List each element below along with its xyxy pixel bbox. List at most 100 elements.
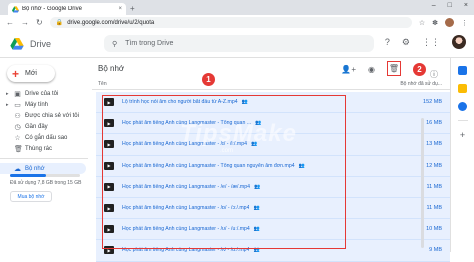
shared-icon: ⚇ <box>14 112 21 120</box>
video-file-icon: ▶ <box>104 225 114 234</box>
new-tab-button[interactable]: + <box>130 4 135 13</box>
file-name: Học phát âm tiếng Anh cùng Langmaster - … <box>122 183 251 190</box>
delete-button[interactable]: 🗑 <box>387 61 401 76</box>
file-size: 11 MB <box>426 183 443 190</box>
watermark-sub: .com <box>220 148 234 154</box>
sidebar-item-storage[interactable]: ☁ Bộ nhớ <box>0 163 86 174</box>
file-size: 9 MB <box>429 247 442 254</box>
video-file-icon: ▶ <box>104 140 114 149</box>
storage-progress-fill <box>10 174 47 177</box>
file-size: 13 MB <box>426 141 442 148</box>
sidebar-item-label: Được chia sẻ với tôi <box>25 112 79 119</box>
file-name: Học phát âm tiếng Anh cùng Langmaster - … <box>122 247 250 254</box>
keep-icon[interactable] <box>458 84 467 93</box>
sidebar-item-label: Drive của tôi <box>25 90 59 97</box>
selection-actions: 👤+ ◉ 🗑 2 ⓘ <box>341 61 438 79</box>
close-window-button[interactable]: × <box>464 2 468 9</box>
sidebar-item-label: Thùng rác <box>25 145 53 152</box>
search-icon: ⚲ <box>112 40 118 48</box>
sidebar-item-computers[interactable]: ▸ ▭ Máy tính <box>0 99 92 110</box>
video-file-icon: ▶ <box>104 161 114 170</box>
trash-icon: 🗑 <box>388 64 400 73</box>
new-button[interactable]: + Mới <box>7 65 55 82</box>
file-size: 11 MB <box>426 205 443 212</box>
preview-eye-icon[interactable]: ◉ <box>368 65 375 74</box>
browser-menu-icon[interactable]: ⋮ <box>461 19 468 27</box>
tasks-icon[interactable] <box>458 102 467 111</box>
rail-divider <box>457 120 468 121</box>
star-icon: ☆ <box>14 134 21 142</box>
file-size: 16 MB <box>426 120 442 127</box>
drive-favicon-icon <box>12 5 19 12</box>
file-row[interactable]: ▶ Học phát âm tiếng Anh cùng Langmaster -… <box>96 197 450 220</box>
sidebar-item-recent[interactable]: ◷ Gần đây <box>0 121 92 132</box>
cloud-icon: ☁ <box>14 165 21 173</box>
sidebar-divider <box>0 158 88 159</box>
file-row[interactable]: ▶ Lộ trình học nói âm cho người bắt đầu t… <box>96 92 450 114</box>
shared-people-icon: 👥 <box>253 247 260 254</box>
tab-close-icon[interactable]: × <box>118 6 122 12</box>
clock-icon: ◷ <box>14 123 21 131</box>
calendar-icon[interactable] <box>458 66 467 75</box>
expand-caret-icon[interactable]: ▸ <box>6 102 10 108</box>
reload-icon[interactable]: ↻ <box>36 18 43 27</box>
sidebar-item-label: Bộ nhớ <box>25 165 45 172</box>
file-name: Học phát âm tiếng Anh cùng Langmaster - … <box>122 162 295 169</box>
expand-caret-icon[interactable]: ▸ <box>6 91 10 97</box>
settings-gear-icon[interactable]: ⚙ <box>402 37 410 48</box>
lock-icon: 🔒 <box>55 20 64 26</box>
window-controls: – □ × <box>432 2 468 9</box>
minimize-button[interactable]: – <box>432 2 436 9</box>
file-row[interactable]: ▶ Học phát âm tiếng Anh cùng Langmaster -… <box>96 240 450 262</box>
shared-people-icon: 👥 <box>253 205 260 212</box>
apps-grid-icon[interactable]: ⋮⋮ <box>422 37 440 48</box>
scrollbar[interactable] <box>421 118 424 248</box>
video-file-icon: ▶ <box>104 246 114 255</box>
browser-tab[interactable]: Bộ nhớ - Google Drive × <box>8 3 126 15</box>
buy-storage-button[interactable]: Mua bộ nhớ <box>10 191 52 202</box>
search-placeholder: Tìm trong Drive <box>125 40 174 47</box>
sidebar-nav: ▸ ▣ Drive của tôi ▸ ▭ Máy tính ⚇ Được ch… <box>0 88 92 202</box>
file-row[interactable]: ▶ Học phát âm tiếng Anh cùng Langmaster -… <box>96 219 450 241</box>
search-input[interactable]: ⚲ Tìm trong Drive <box>104 35 374 52</box>
url-text: drive.google.com/drive/u/2/quota <box>67 19 155 26</box>
shared-people-icon: 👥 <box>253 226 261 233</box>
account-avatar[interactable] <box>452 35 466 49</box>
file-size: 152 MB <box>423 99 442 106</box>
sidebar-item-shared[interactable]: ⚇ Được chia sẻ với tôi <box>0 110 92 121</box>
sidebar-item-my-drive[interactable]: ▸ ▣ Drive của tôi <box>0 88 92 99</box>
file-size: 12 MB <box>426 162 442 169</box>
file-row[interactable]: ▶ Học phát âm tiếng Anh cùng Langmaster -… <box>96 155 450 177</box>
address-bar[interactable]: 🔒 drive.google.com/drive/u/2/quota <box>49 17 412 28</box>
help-icon[interactable]: ? <box>385 37 390 47</box>
watermark-text: TipsMake <box>180 120 297 147</box>
column-size-header[interactable]: Bộ nhớ đã sử dụ... <box>400 81 442 87</box>
main-content: Bộ nhớ 👤+ ◉ 🗑 2 ⓘ Tên Bộ nhớ đã sử dụ...… <box>92 58 450 262</box>
drive-brand: Drive <box>30 38 52 49</box>
watermark: TipsMake .com <box>180 120 297 154</box>
profile-avatar[interactable] <box>445 18 454 27</box>
storage-usage-text: Đã sử dụng 7,8 GB trong 15 GB <box>10 180 82 186</box>
plus-icon: + <box>12 66 20 81</box>
extensions-icon[interactable]: ✽ <box>432 19 438 27</box>
file-name: Lộ trình học nói âm cho người bắt đầu từ… <box>122 99 238 106</box>
forward-icon[interactable]: → <box>21 18 29 27</box>
browser-toolbar: ← → ↻ 🔒 drive.google.com/drive/u/2/quota… <box>0 15 474 30</box>
file-list: ▶ Lộ trình học nói âm cho người bắt đầu t… <box>96 92 450 262</box>
file-row[interactable]: ▶ Học phát âm tiếng Anh cùng Langmaster -… <box>96 176 450 198</box>
sidebar-item-trash[interactable]: 🗑 Thùng rác <box>0 143 92 154</box>
add-addon-icon[interactable]: + <box>458 130 467 140</box>
annotation-badge-2: 2 <box>413 63 426 76</box>
sidebar-item-starred[interactable]: ☆ Có gắn dấu sao <box>0 132 92 143</box>
drive-topbar: Drive ⚲ Tìm trong Drive ? ⚙ ⋮⋮ <box>0 30 474 58</box>
drive-logo-icon[interactable] <box>10 37 24 50</box>
column-name-header[interactable]: Tên <box>98 81 107 87</box>
bookmark-star-icon[interactable]: ☆ <box>419 19 425 27</box>
share-icon[interactable]: 👤+ <box>341 65 356 74</box>
shared-people-icon: 👥 <box>254 183 261 190</box>
right-rail: + <box>450 58 474 252</box>
trash-icon: 🗑 <box>14 145 23 153</box>
maximize-button[interactable]: □ <box>448 2 452 9</box>
back-icon[interactable]: ← <box>6 18 14 27</box>
storage-progress-bar <box>10 174 80 177</box>
